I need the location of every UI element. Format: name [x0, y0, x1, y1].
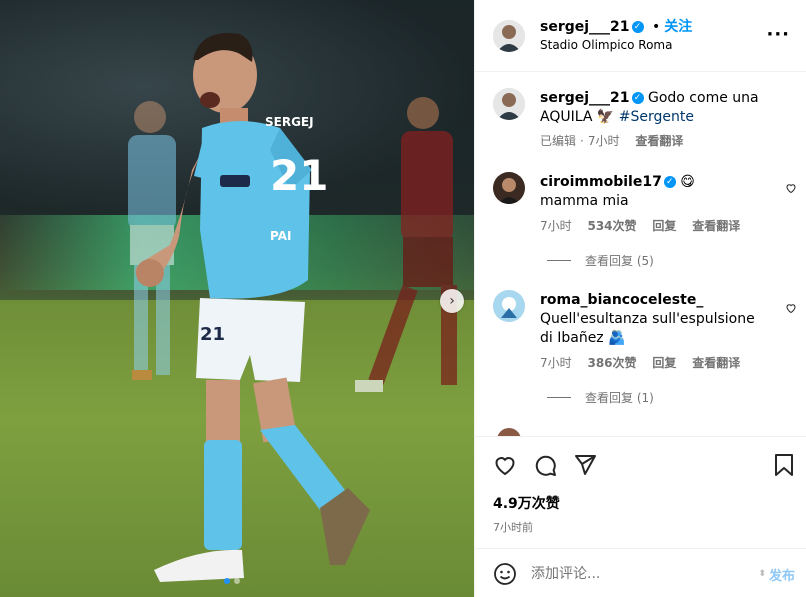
- comment-emoji: 😋: [680, 174, 695, 190]
- post-time: 7小时前: [493, 521, 533, 534]
- reply-button[interactable]: 回复: [652, 356, 676, 370]
- translate-link[interactable]: 查看翻译: [692, 219, 740, 233]
- comment-likes[interactable]: 534次赞: [587, 219, 636, 233]
- eagle-emoji: 🦅: [596, 109, 615, 125]
- translate-link[interactable]: 查看翻译: [692, 356, 740, 370]
- comment-input[interactable]: [531, 562, 731, 586]
- next-comment-avatar-partial: [497, 428, 521, 436]
- comment-like-heart-icon[interactable]: [785, 302, 797, 314]
- comment-text: Quell'esultanza sull'espulsione di Ibañe…: [540, 311, 755, 346]
- carousel-dot-active: [224, 578, 230, 584]
- like-count[interactable]: 4.9万次赞: [493, 493, 560, 513]
- caption-avatar[interactable]: [493, 88, 525, 120]
- comments-scroll[interactable]: sergej___21 ✓ Godo come una AQUILA 🦅 #Ser…: [475, 72, 806, 436]
- commenter-username[interactable]: roma_biancoceleste_: [540, 292, 703, 308]
- verified-badge-icon: ✓: [631, 92, 644, 104]
- next-slide-button[interactable]: ›: [440, 289, 464, 313]
- caption: sergej___21 ✓ Godo come una AQUILA 🦅 #Ser…: [475, 86, 806, 162]
- comment-emoji: 🫂: [608, 330, 626, 346]
- comment-likes[interactable]: 386次赞: [587, 356, 636, 370]
- comment-time: 7小时: [540, 356, 572, 370]
- caption-edited: 已编辑: [540, 134, 577, 148]
- commenter-username[interactable]: ciroimmobile17: [540, 174, 662, 190]
- svg-text:SERGEJ: SERGEJ: [265, 115, 314, 129]
- share-icon[interactable]: [573, 453, 597, 477]
- reply-button[interactable]: 回复: [652, 219, 676, 233]
- post-comment-button[interactable]: ⬍ 发布: [758, 565, 795, 584]
- comment-text: mamma mia: [540, 193, 629, 209]
- commenter-avatar[interactable]: [493, 172, 525, 204]
- caption-username[interactable]: sergej___21: [540, 90, 630, 106]
- verified-badge-icon: ✓: [631, 21, 644, 33]
- follow-button[interactable]: 关注: [664, 19, 692, 35]
- carousel-dot: [234, 578, 240, 584]
- comment-composer: ⬍发布: [475, 548, 806, 597]
- sort-arrows-icon: ⬍: [758, 569, 766, 579]
- comment-like-heart-icon[interactable]: [785, 182, 797, 194]
- post-header: sergej___21 ✓ • 关注 Stadio Olimpico Roma ··…: [475, 0, 806, 72]
- comment-icon[interactable]: [533, 453, 557, 477]
- svg-text:21: 21: [200, 324, 225, 345]
- comment-item: ciroimmobile17 ✓ 😋mamma mia 7小时 534次赞 回复 …: [475, 172, 806, 272]
- carousel-indicator: [224, 578, 240, 584]
- svg-text:PAI: PAI: [270, 229, 291, 243]
- celebrating-player: 21 SERGEJ PAI 21: [135, 33, 370, 582]
- svg-text:21: 21: [270, 151, 328, 200]
- view-replies-button[interactable]: 查看回复 (1): [547, 389, 654, 406]
- verified-badge-icon: ✓: [663, 176, 676, 188]
- emoji-picker-icon[interactable]: [493, 562, 517, 586]
- post-actions: 4.9万次赞 7小时前: [475, 436, 806, 548]
- location-link[interactable]: Stadio Olimpico Roma: [540, 38, 672, 52]
- like-heart-icon[interactable]: [493, 453, 517, 477]
- author-username[interactable]: sergej___21: [540, 19, 630, 35]
- commenter-avatar[interactable]: [493, 290, 525, 322]
- save-bookmark-icon[interactable]: [773, 453, 795, 477]
- separator-dot: •: [651, 19, 661, 35]
- hashtag-link[interactable]: #Sergente: [619, 109, 694, 125]
- comment-item: roma_biancoceleste_ Quell'esultanza sull…: [475, 290, 806, 410]
- view-replies-button[interactable]: 查看回复 (5): [547, 252, 654, 269]
- post-panel: sergej___21 ✓ • 关注 Stadio Olimpico Roma ··…: [474, 0, 806, 597]
- caption-time: 7小时: [587, 134, 620, 148]
- caption-translate-link[interactable]: 查看翻译: [635, 134, 683, 148]
- post-media[interactable]: 21 SERGEJ PAI 21 ›: [0, 0, 474, 597]
- more-options-icon[interactable]: ···: [766, 24, 790, 45]
- author-avatar[interactable]: [493, 20, 525, 52]
- comment-time: 7小时: [540, 219, 572, 233]
